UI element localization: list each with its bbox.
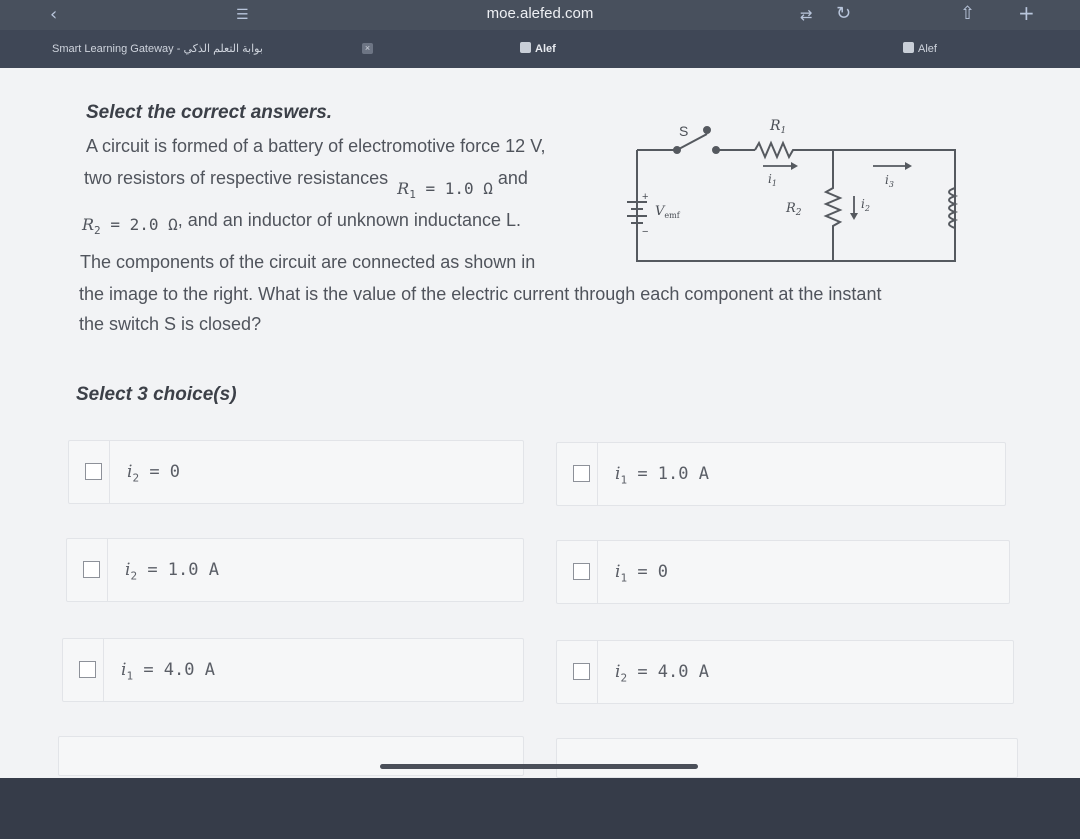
- checkbox[interactable]: [83, 561, 100, 578]
- choice-label: i2 = 0: [127, 462, 181, 485]
- tab-alef-active[interactable]: Alef: [520, 42, 556, 55]
- tab-label: Alef: [535, 43, 556, 55]
- checkbox[interactable]: [573, 563, 590, 580]
- question-line-5: the image to the right. What is the valu…: [79, 284, 882, 304]
- question-text: and: [497, 168, 528, 188]
- question-line-3: R2 = 2.0 Ω, and an inductor of unknown i…: [82, 210, 521, 238]
- choice-label: i2 = 4.0 A: [615, 662, 709, 685]
- r2-expression: R2 = 2.0 Ω: [82, 215, 178, 238]
- checkbox[interactable]: [573, 663, 590, 680]
- tab-alef-2[interactable]: Alef: [903, 42, 937, 55]
- checkbox[interactable]: [79, 661, 96, 678]
- alef-favicon-icon: [520, 42, 531, 53]
- question-line-2: two resistors of respective resistances …: [84, 168, 528, 201]
- i2-label: i2: [861, 197, 870, 213]
- divider: [103, 639, 104, 701]
- plus-label: +: [642, 191, 648, 203]
- new-tab-icon[interactable]: +: [1018, 3, 1035, 23]
- choice-partial[interactable]: [58, 736, 524, 776]
- alef-favicon-icon: [903, 42, 914, 53]
- choice-i2-4a[interactable]: i2 = 4.0 A: [556, 640, 1014, 704]
- question-line-4: The components of the circuit are connec…: [80, 252, 536, 272]
- divider: [597, 641, 598, 703]
- question-text: , and an inductor of unknown inductance …: [177, 210, 521, 230]
- choice-partial[interactable]: [556, 738, 1018, 778]
- i3-label: i3: [885, 173, 894, 189]
- r2-label: R2: [785, 201, 802, 218]
- choice-label: i1 = 1.0 A: [615, 464, 709, 487]
- divider: [109, 441, 110, 503]
- divider: [107, 539, 108, 601]
- choice-i1-4a[interactable]: i1 = 4.0 A: [62, 638, 524, 702]
- circuit-diagram: S R1 i1 i3 i2 R2 Vemf L + −: [627, 118, 959, 262]
- question-line-6: the switch S is closed?: [79, 314, 262, 334]
- r1-label: R1: [769, 118, 786, 136]
- tab-close-icon[interactable]: ×: [362, 43, 373, 54]
- question-text: two resistors of respective resistances: [84, 168, 389, 188]
- tab-bar: Smart Learning Gateway - بوابة التعلم ال…: [0, 30, 1080, 68]
- question-page: Select the correct answers. A circuit is…: [0, 68, 1080, 778]
- reload-icon[interactable]: ↻: [836, 5, 851, 23]
- choice-label: i2 = 1.0 A: [125, 560, 219, 583]
- url-text[interactable]: moe.alefed.com: [0, 5, 1080, 22]
- r1-expression: R1 = 1.0 Ω: [397, 179, 493, 202]
- tab-smart-learning[interactable]: Smart Learning Gateway - بوابة التعلم ال…: [52, 42, 263, 55]
- divider: [597, 443, 598, 505]
- checkbox[interactable]: [85, 463, 102, 480]
- instruction-text: Select the correct answers.: [86, 102, 333, 123]
- choice-label: i1 = 0: [615, 562, 669, 585]
- divider: [597, 541, 598, 603]
- choice-i2-0[interactable]: i2 = 0: [68, 440, 524, 504]
- choice-i1-1a[interactable]: i1 = 1.0 A: [556, 442, 1006, 506]
- checkbox[interactable]: [573, 465, 590, 482]
- minus-label: −: [642, 226, 648, 238]
- address-bar: ‹ ☰ moe.alefed.com ⇄ ↻ ⇧ +: [0, 0, 1080, 30]
- vemf-label: Vemf: [655, 204, 681, 220]
- share-icon[interactable]: ⇧: [960, 5, 975, 23]
- tab-label: Smart Learning Gateway - بوابة التعلم ال…: [52, 43, 263, 55]
- choice-i2-1a[interactable]: i2 = 1.0 A: [66, 538, 524, 602]
- translate-icon[interactable]: ⇄: [800, 6, 813, 24]
- switch-label: S: [679, 123, 688, 139]
- select-count-label: Select 3 choice(s): [76, 384, 237, 405]
- choice-label: i1 = 4.0 A: [121, 660, 215, 683]
- i1-label: i1: [768, 172, 777, 188]
- tab-label: Alef: [918, 43, 937, 55]
- question-line-1: A circuit is formed of a battery of elec…: [86, 136, 546, 156]
- scrollbar[interactable]: [380, 764, 698, 769]
- choice-i1-0[interactable]: i1 = 0: [556, 540, 1010, 604]
- bottom-bar: [0, 778, 1080, 839]
